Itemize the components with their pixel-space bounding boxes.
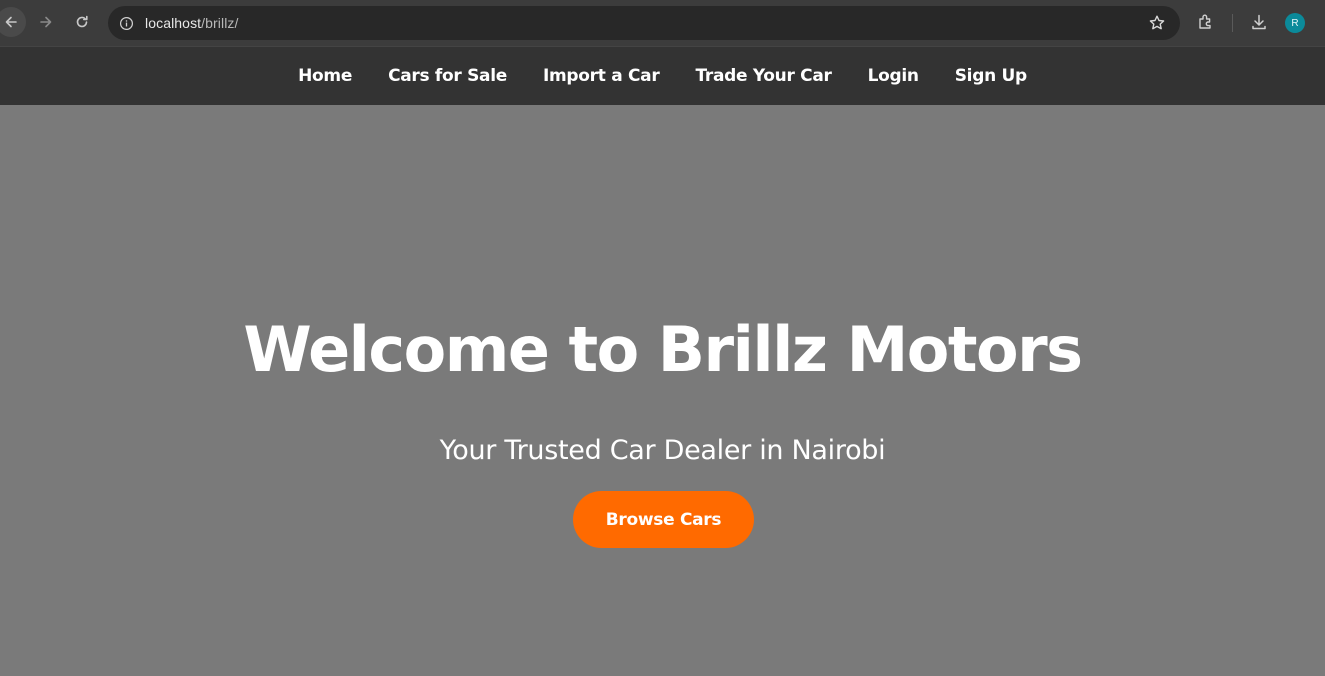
forward-button[interactable] [32, 8, 60, 36]
address-bar[interactable]: localhost/brillz/ [108, 6, 1180, 40]
back-arrow-icon [5, 16, 17, 28]
nav-list: Home Cars for Sale Import a Car Trade Yo… [0, 47, 1325, 105]
forward-arrow-icon [40, 16, 52, 28]
site-navbar: Home Cars for Sale Import a Car Trade Yo… [0, 46, 1325, 105]
profile-avatar[interactable]: R [1285, 13, 1305, 33]
toolbar-divider [1232, 14, 1233, 32]
site-info-icon[interactable] [116, 13, 136, 33]
nav-link-login[interactable]: Login [868, 66, 919, 86]
nav-link-sign-up[interactable]: Sign Up [955, 66, 1027, 86]
bookmark-star-icon[interactable] [1148, 14, 1166, 32]
nav-link-cars-for-sale[interactable]: Cars for Sale [388, 66, 507, 86]
back-button[interactable] [0, 7, 26, 37]
nav-link-trade-your-car[interactable]: Trade Your Car [695, 66, 831, 86]
download-icon[interactable] [1250, 13, 1268, 31]
reload-button[interactable] [68, 8, 96, 36]
hero-section: Welcome to Brillz Motors Your Trusted Ca… [0, 105, 1325, 676]
extensions-icon[interactable] [1197, 13, 1215, 31]
url-text: localhost/brillz/ [145, 15, 239, 31]
nav-link-import-a-car[interactable]: Import a Car [543, 66, 660, 86]
url-host: localhost [145, 15, 202, 31]
hero-title: Welcome to Brillz Motors [243, 313, 1083, 386]
url-path: /brillz/ [201, 15, 239, 31]
browser-toolbar: localhost/brillz/ R [0, 0, 1325, 46]
reload-icon [76, 15, 88, 28]
hero-subtitle: Your Trusted Car Dealer in Nairobi [439, 435, 886, 466]
nav-link-home[interactable]: Home [298, 66, 352, 86]
browse-cars-button[interactable]: Browse Cars [573, 491, 754, 548]
